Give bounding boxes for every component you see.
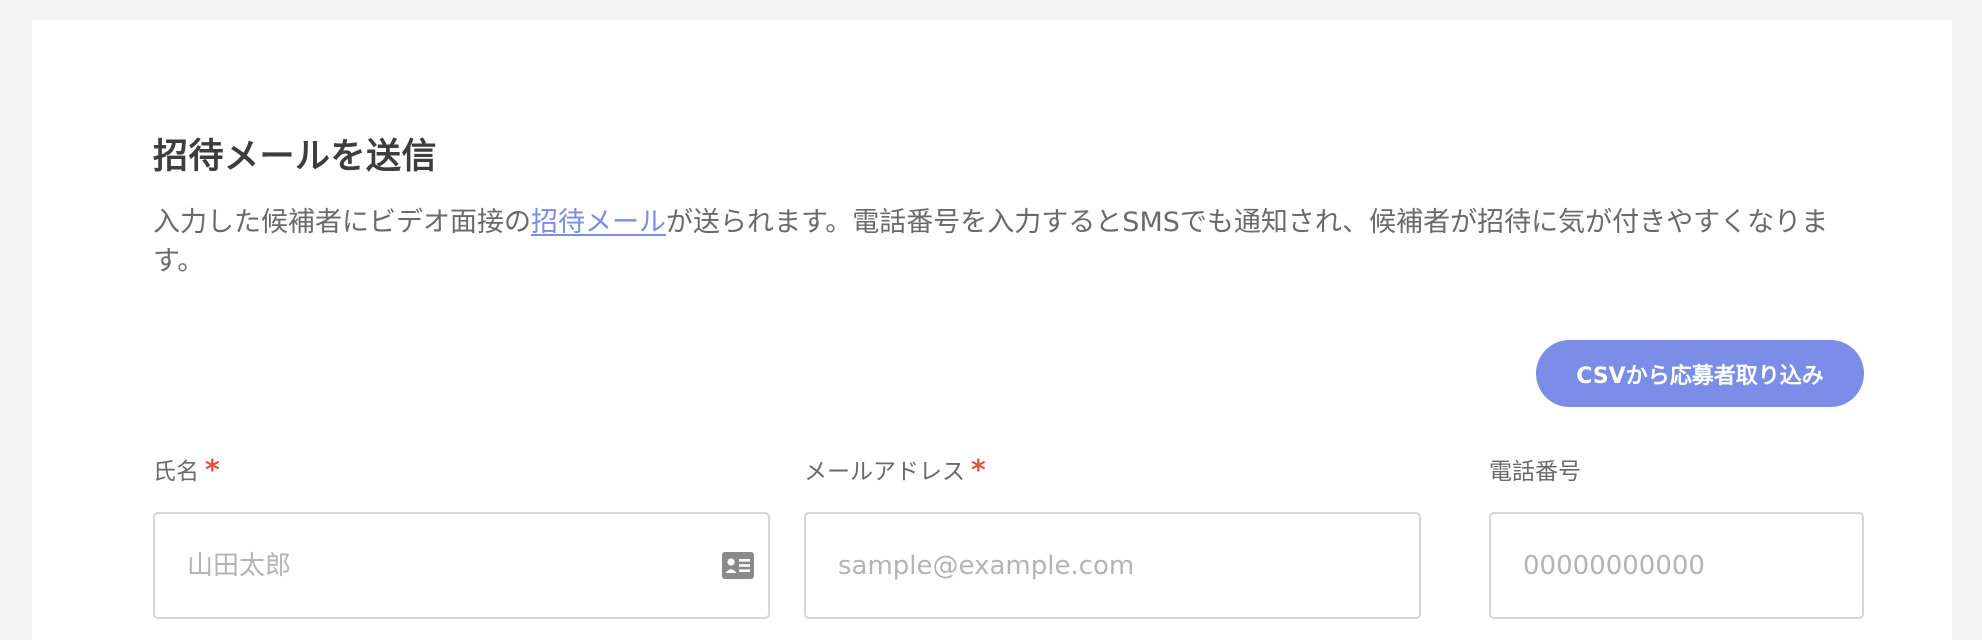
name-label-row: 氏名 * bbox=[153, 453, 770, 489]
email-input-box bbox=[804, 512, 1421, 619]
invite-mail-link[interactable]: 招待メール bbox=[531, 207, 666, 238]
page-title: 招待メールを送信 bbox=[153, 137, 438, 177]
name-input[interactable] bbox=[155, 514, 768, 617]
phone-field-group: 電話番号 bbox=[1489, 455, 1864, 619]
csv-import-button[interactable]: CSVから応募者取り込み bbox=[1536, 340, 1864, 407]
email-input[interactable] bbox=[806, 514, 1419, 617]
description-text-before: 入力した候補者にビデオ面接の bbox=[153, 207, 531, 238]
name-input-box bbox=[153, 512, 770, 619]
invite-content: 招待メールを送信 入力した候補者にビデオ面接の招待メールが送られます。電話番号を… bbox=[153, 133, 1864, 619]
phone-label: 電話番号 bbox=[1489, 459, 1581, 485]
email-label: メールアドレス bbox=[804, 459, 965, 485]
name-field-group: 氏名 * bbox=[153, 453, 770, 619]
csv-row: CSVから応募者取り込み bbox=[153, 340, 1864, 407]
email-label-row: メールアドレス * bbox=[804, 453, 1421, 489]
name-label: 氏名 bbox=[153, 459, 199, 485]
required-mark: * bbox=[205, 453, 220, 486]
phone-input-box bbox=[1489, 512, 1864, 619]
email-field-group: メールアドレス * bbox=[804, 453, 1421, 619]
phone-input[interactable] bbox=[1491, 514, 1862, 617]
invite-card: 招待メールを送信 入力した候補者にビデオ面接の招待メールが送られます。電話番号を… bbox=[32, 20, 1952, 640]
required-mark: * bbox=[971, 453, 986, 486]
phone-label-row: 電話番号 bbox=[1489, 455, 1864, 489]
contact-card-icon[interactable] bbox=[722, 552, 754, 579]
invite-description: 入力した候補者にビデオ面接の招待メールが送られます。電話番号を入力するとSMSで… bbox=[153, 203, 1864, 281]
